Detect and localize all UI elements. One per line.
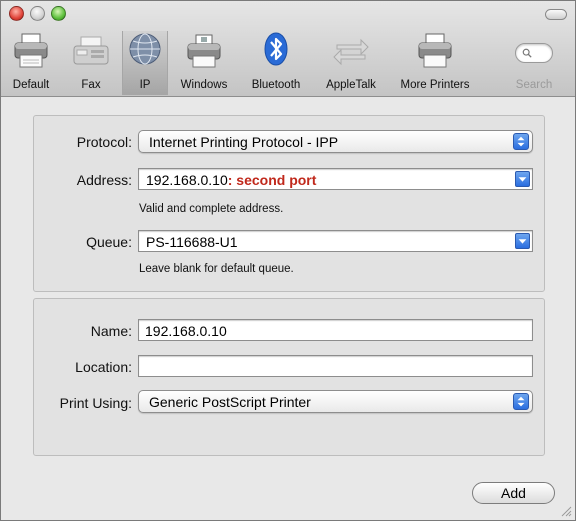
toolbar-item-default[interactable]: Default [3, 31, 59, 95]
toolbar-item-search[interactable]: Search [501, 31, 567, 95]
minimize-button[interactable] [30, 6, 45, 21]
toolbar-label-fax: Fax [81, 79, 101, 91]
printer-icon [14, 33, 48, 68]
toolbar-item-fax[interactable]: Fax [65, 31, 117, 95]
toolbar-label-more-printers: More Printers [400, 79, 470, 91]
resize-grip-icon[interactable] [561, 506, 572, 517]
queue-value: PS-116688-U1 [146, 234, 238, 250]
queue-combo[interactable]: PS-116688-U1 [138, 230, 533, 252]
queue-hint: Leave blank for default queue. [139, 263, 294, 275]
windows-printer-icon [187, 34, 221, 68]
chevron-down-icon[interactable] [515, 171, 530, 187]
print-using-popup[interactable]: Generic PostScript Printer [138, 390, 533, 413]
address-combo[interactable]: 192.168.0.10: second port [138, 168, 533, 190]
toolbar-item-appletalk[interactable]: AppleTalk [314, 31, 388, 95]
more-printers-icon [418, 33, 452, 68]
globe-icon [129, 33, 161, 65]
address-label: Address: [76, 172, 132, 188]
toolbar-label-windows: Windows [180, 79, 228, 91]
address-hint: Valid and complete address. [139, 203, 284, 215]
location-label: Location: [75, 359, 132, 375]
stepper-arrows-icon [513, 133, 529, 150]
toolbar-item-windows[interactable]: Windows [173, 31, 235, 95]
address-value: 192.168.0.10 [146, 172, 228, 188]
toolbar: Default Fax IP Windows Bluetooth AppleTa… [1, 1, 575, 97]
stepper-arrows-icon [513, 393, 529, 410]
protocol-value: Internet Printing Protocol - IPP [149, 134, 339, 150]
search-icon [522, 48, 532, 58]
chevron-down-icon[interactable] [515, 233, 530, 249]
toolbar-label-appletalk: AppleTalk [326, 79, 376, 91]
protocol-label: Protocol: [76, 134, 132, 150]
search-field[interactable] [515, 43, 553, 63]
print-using-label: Print Using: [59, 395, 132, 411]
name-label: Name: [90, 323, 132, 339]
toolbar-label-search: Search [515, 79, 553, 91]
name-field[interactable]: 192.168.0.10 [138, 319, 533, 341]
fax-icon [73, 36, 109, 65]
address-annotation: : second port [227, 172, 317, 188]
queue-label: Queue: [86, 234, 132, 250]
location-field[interactable] [138, 355, 533, 377]
protocol-popup[interactable]: Internet Printing Protocol - IPP [138, 130, 533, 153]
appletalk-icon [333, 38, 369, 66]
name-value: 192.168.0.10 [145, 323, 227, 339]
toolbar-item-bluetooth[interactable]: Bluetooth [241, 31, 311, 95]
toolbar-label-default: Default [12, 79, 50, 91]
toolbar-item-ip[interactable]: IP [122, 31, 168, 95]
add-button[interactable]: Add [472, 482, 555, 504]
close-button[interactable] [9, 6, 24, 21]
toolbar-label-ip: IP [139, 79, 151, 91]
toolbar-item-more-printers[interactable]: More Printers [389, 31, 481, 95]
bluetooth-icon [264, 32, 288, 66]
print-using-value: Generic PostScript Printer [149, 394, 311, 410]
toolbar-label-bluetooth: Bluetooth [251, 79, 301, 91]
zoom-button[interactable] [51, 6, 66, 21]
add-printer-window: Default Fax IP Windows Bluetooth AppleTa… [0, 0, 576, 521]
toolbar-toggle-button[interactable] [545, 9, 567, 20]
